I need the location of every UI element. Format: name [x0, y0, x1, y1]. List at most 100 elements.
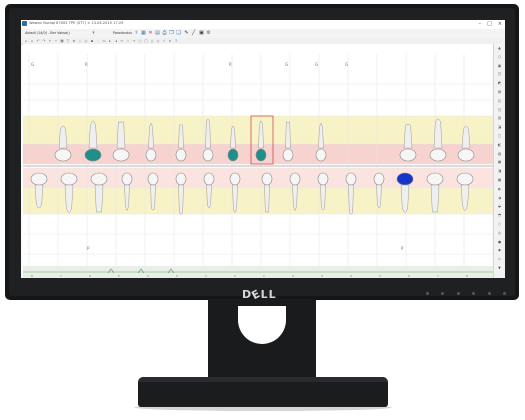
- star-icon[interactable]: ☆: [126, 39, 130, 43]
- side-tool-icon[interactable]: ◫: [496, 72, 503, 76]
- quadrant-marker: R: [85, 62, 88, 67]
- check-icon[interactable]: ✓: [162, 39, 166, 43]
- lock-icon[interactable]: ▪: [90, 39, 94, 43]
- monitor-button[interactable]: [487, 292, 491, 295]
- side-tool-icon[interactable]: ◒: [496, 204, 503, 208]
- info-icon[interactable]: i: [78, 39, 82, 43]
- side-tool-icon[interactable]: ◐: [496, 187, 503, 191]
- mode-field[interactable]: Parodontus: [113, 31, 132, 35]
- open-icon[interactable]: ▫: [30, 39, 34, 43]
- side-tool-icon[interactable]: ◇: [496, 257, 503, 261]
- side-tool-icon[interactable]: ◪: [496, 125, 503, 129]
- tooth-crown: [227, 148, 239, 162]
- tooth-icon[interactable]: ⚕: [134, 31, 139, 36]
- side-tool-icon[interactable]: ▦: [496, 160, 503, 164]
- monitor-button[interactable]: [426, 292, 429, 295]
- triangle-icon[interactable]: △: [150, 39, 154, 43]
- monitor-button[interactable]: [472, 292, 476, 295]
- side-tool-icon[interactable]: ▼: [496, 266, 503, 270]
- side-tool-icon[interactable]: □: [496, 134, 503, 138]
- side-tool-icon[interactable]: ◓: [496, 213, 503, 217]
- timeline-tooth-number: 4: [147, 274, 149, 278]
- minimize-button[interactable]: –: [479, 21, 482, 27]
- arrow-icon[interactable]: →: [132, 39, 136, 43]
- redo-icon[interactable]: ↷: [42, 39, 46, 43]
- line-tool-icon[interactable]: ╱: [191, 31, 196, 36]
- tooth-root: [64, 184, 74, 213]
- maximize-button[interactable]: □: [487, 21, 492, 27]
- quadrant-marker: P: [87, 246, 90, 251]
- side-tool-icon[interactable]: ▩: [496, 178, 503, 182]
- tooth-crown: [203, 172, 215, 186]
- tooth-crown: [345, 172, 357, 186]
- tooth-crown: [147, 172, 159, 186]
- tooth-root: [400, 184, 410, 213]
- cut-icon[interactable]: ✂: [120, 39, 124, 43]
- timeline-tooth-number: 2: [292, 274, 294, 278]
- square-icon[interactable]: □: [144, 39, 148, 43]
- timeline-tooth-number: 6: [408, 274, 410, 278]
- zoom-in-icon[interactable]: +: [48, 39, 52, 43]
- side-tool-icon[interactable]: ⬡: [496, 55, 503, 59]
- layer-icon[interactable]: ▭: [102, 39, 106, 43]
- side-tool-icon[interactable]: ◳: [496, 108, 503, 112]
- side-tool-icon[interactable]: ▨: [496, 152, 503, 156]
- side-tool-icon[interactable]: ○: [496, 222, 503, 226]
- window-controls: – □ ×: [479, 21, 502, 27]
- zoom-out-icon[interactable]: −: [54, 39, 58, 43]
- monitor-button[interactable]: [456, 292, 460, 295]
- timeline-tooth-number: 8: [466, 274, 468, 278]
- side-tool-icon[interactable]: ◰: [496, 99, 503, 103]
- right-tool-panel: ▲ ⬡ ▣ ◫ ◩ ▤ ◰ ◳ ▥ ◪ □ ◧ ▨ ▦ ◨ ▩ ◐ ◑ ◒ ◓ ○ ◎ ● ◆ ◇ ▼: [493, 44, 505, 278]
- undo-icon[interactable]: ↶: [36, 39, 40, 43]
- tooth-root: [230, 125, 236, 149]
- side-tool-icon[interactable]: ▤: [496, 90, 503, 94]
- lower-band: [23, 188, 493, 214]
- side-tool-icon[interactable]: ▲: [496, 46, 503, 50]
- close-button[interactable]: ×: [498, 21, 502, 27]
- side-tool-icon[interactable]: ◑: [496, 196, 503, 200]
- timeline-tooth-number: 6: [89, 274, 91, 278]
- save-icon[interactable]: ▤: [155, 31, 160, 36]
- monitor-buttons: [426, 292, 506, 296]
- timeline-tooth-number: 8: [31, 274, 33, 278]
- list-icon[interactable]: ≡: [72, 39, 76, 43]
- display-icon[interactable]: ▣: [199, 31, 204, 36]
- tooth-root: [116, 121, 126, 149]
- filter-icon[interactable]: ▽: [66, 39, 70, 43]
- new-icon[interactable]: ▫: [24, 39, 28, 43]
- tag-icon[interactable]: ◇: [84, 39, 88, 43]
- tooth-crown: [399, 148, 417, 162]
- dropdown-icon[interactable]: ▾: [91, 31, 96, 36]
- side-tool-icon[interactable]: ●: [496, 240, 503, 244]
- timeline-tooth-number: 2: [205, 274, 207, 278]
- paste-icon[interactable]: ❏: [176, 31, 181, 36]
- side-tool-icon[interactable]: ◩: [496, 81, 503, 85]
- monitor-button[interactable]: [441, 292, 445, 295]
- pen-icon[interactable]: ✎: [184, 31, 189, 36]
- power-button[interactable]: [502, 292, 506, 295]
- tooth-crown: [229, 172, 241, 186]
- help-icon[interactable]: ?: [174, 39, 178, 43]
- print-icon[interactable]: ⎙: [162, 31, 167, 36]
- grid-icon[interactable]: ▦: [60, 39, 64, 43]
- side-tool-icon[interactable]: ◨: [496, 169, 503, 173]
- side-tool-icon[interactable]: ▥: [496, 116, 503, 120]
- delete-icon[interactable]: ✕: [148, 31, 153, 36]
- side-tool-icon[interactable]: ◆: [496, 248, 503, 252]
- brush-icon[interactable]: ▸: [108, 39, 112, 43]
- timeline-tooth-number: 5: [379, 274, 381, 278]
- select-icon[interactable]: ◂: [114, 39, 118, 43]
- side-tool-icon[interactable]: ◧: [496, 143, 503, 147]
- chart-icon[interactable]: ▦: [141, 31, 146, 36]
- window-title: Wawan Nuraqi 87005 TPE (ST7) × 13.04.201…: [29, 21, 124, 25]
- diamond-icon[interactable]: ◇: [156, 39, 160, 43]
- cross-icon[interactable]: ×: [168, 39, 172, 43]
- side-tool-icon[interactable]: ◎: [496, 231, 503, 235]
- circle-icon[interactable]: ○: [138, 39, 142, 43]
- mark-icon[interactable]: ◦: [96, 39, 100, 43]
- settings-icon[interactable]: ⚙: [206, 31, 211, 36]
- side-tool-icon[interactable]: ▣: [496, 64, 503, 68]
- patient-field[interactable]: Abiadi (14/0) - Ber Vaksa(): [25, 31, 70, 35]
- copy-icon[interactable]: ❐: [169, 31, 174, 36]
